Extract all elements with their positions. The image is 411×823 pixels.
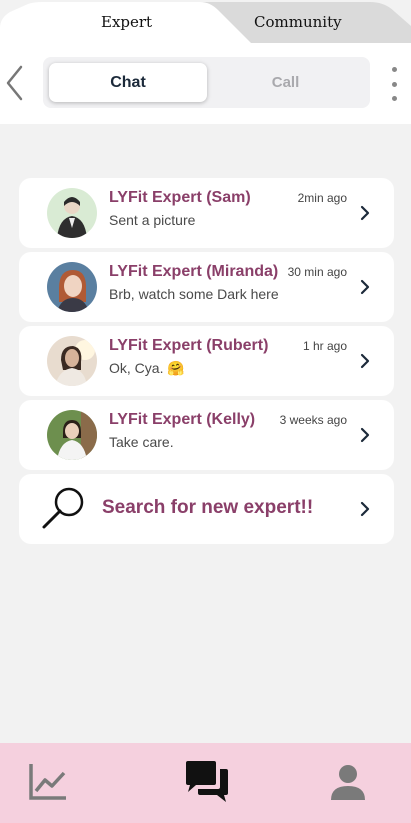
avatar-miranda bbox=[47, 262, 97, 312]
chevron-right-icon bbox=[360, 501, 370, 517]
profile-icon[interactable] bbox=[330, 763, 366, 806]
chevron-right-icon bbox=[360, 427, 370, 443]
chat-name: LYFit Expert (Kelly) bbox=[109, 411, 256, 428]
chat-message: Take care. bbox=[109, 434, 174, 450]
chat-message: Brb, watch some Dark here bbox=[109, 286, 279, 302]
avatar-rubert bbox=[47, 336, 97, 386]
search-label: Search for new expert!! bbox=[102, 497, 314, 518]
chevron-left-icon bbox=[6, 65, 23, 101]
chevron-right-icon bbox=[360, 279, 370, 295]
chat-item-sam[interactable]: LYFit Expert (Sam) Sent a picture 2min a… bbox=[19, 178, 394, 248]
chat-time: 1 hr ago bbox=[302, 339, 347, 353]
progress-chart-icon[interactable] bbox=[28, 761, 68, 806]
chat-time: 30 min ago bbox=[287, 265, 347, 279]
chat-bubbles-icon[interactable] bbox=[184, 759, 232, 810]
chat-call-toggle: Chat Call bbox=[43, 57, 370, 108]
chevron-right-icon bbox=[360, 205, 370, 221]
chat-header: Chat Call bbox=[0, 43, 411, 124]
chat-item-rubert[interactable]: LYFit Expert (Rubert) Ok, Cya. 🤗 1 hr ag… bbox=[19, 326, 394, 396]
more-options-icon[interactable] bbox=[386, 67, 402, 101]
search-new-expert-button[interactable]: Search for new expert!! bbox=[19, 474, 394, 544]
bottom-nav bbox=[0, 743, 411, 823]
call-tab[interactable]: Call bbox=[207, 63, 364, 102]
chat-item-kelly[interactable]: LYFit Expert (Kelly) Take care. 3 weeks … bbox=[19, 400, 394, 470]
chat-message: Sent a picture bbox=[109, 212, 196, 228]
chat-name: LYFit Expert (Miranda) bbox=[109, 263, 279, 280]
chevron-right-icon bbox=[360, 353, 370, 369]
chat-tab[interactable]: Chat bbox=[49, 63, 207, 102]
chat-name: LYFit Expert (Rubert) bbox=[109, 337, 269, 354]
top-tabs: Expert Community bbox=[0, 0, 411, 44]
tab-shapes bbox=[0, 2, 411, 44]
chat-time: 3 weeks ago bbox=[279, 413, 347, 427]
back-button[interactable] bbox=[2, 63, 26, 103]
chat-name: LYFit Expert (Sam) bbox=[109, 189, 251, 206]
chat-time: 2min ago bbox=[297, 191, 347, 205]
chat-message: Ok, Cya. 🤗 bbox=[109, 360, 185, 376]
search-icon bbox=[41, 484, 87, 535]
tab-expert[interactable]: Expert bbox=[101, 13, 152, 31]
avatar-sam bbox=[47, 188, 97, 238]
chat-item-miranda[interactable]: LYFit Expert (Miranda) Brb, watch some D… bbox=[19, 252, 394, 322]
avatar-kelly bbox=[47, 410, 97, 460]
tab-community[interactable]: Community bbox=[254, 13, 342, 31]
